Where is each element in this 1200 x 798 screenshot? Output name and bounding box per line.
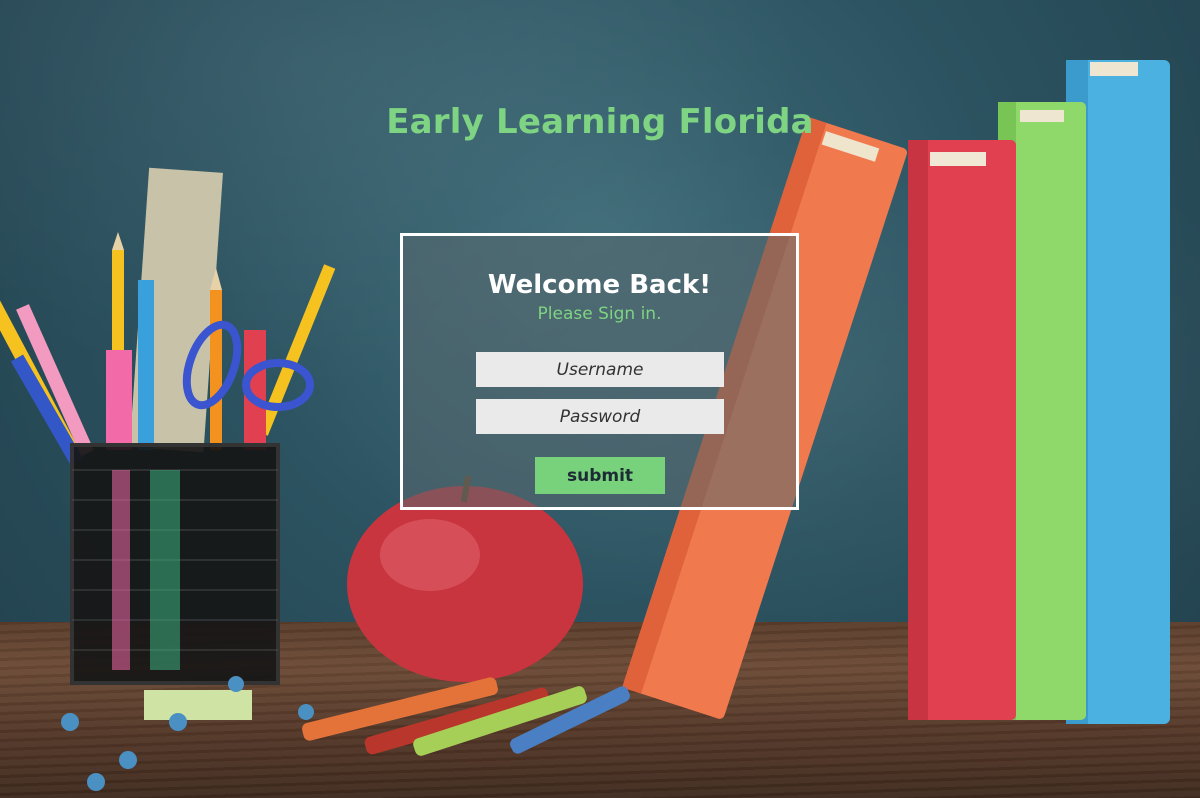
pencil-cup [0, 167, 336, 685]
push-pins [61, 676, 314, 791]
book-red [908, 140, 1016, 720]
username-input[interactable] [476, 352, 724, 387]
site-title: Early Learning Florida [386, 102, 814, 142]
page-background: Early Learning Florida Welcome Back! Ple… [0, 0, 1200, 798]
submit-button[interactable]: submit [535, 457, 665, 494]
crayons [302, 677, 630, 756]
login-panel: Welcome Back! Please Sign in. submit [400, 233, 799, 510]
sign-in-subtitle: Please Sign in. [537, 304, 662, 324]
welcome-heading: Welcome Back! [487, 270, 712, 300]
password-input[interactable] [476, 399, 724, 434]
